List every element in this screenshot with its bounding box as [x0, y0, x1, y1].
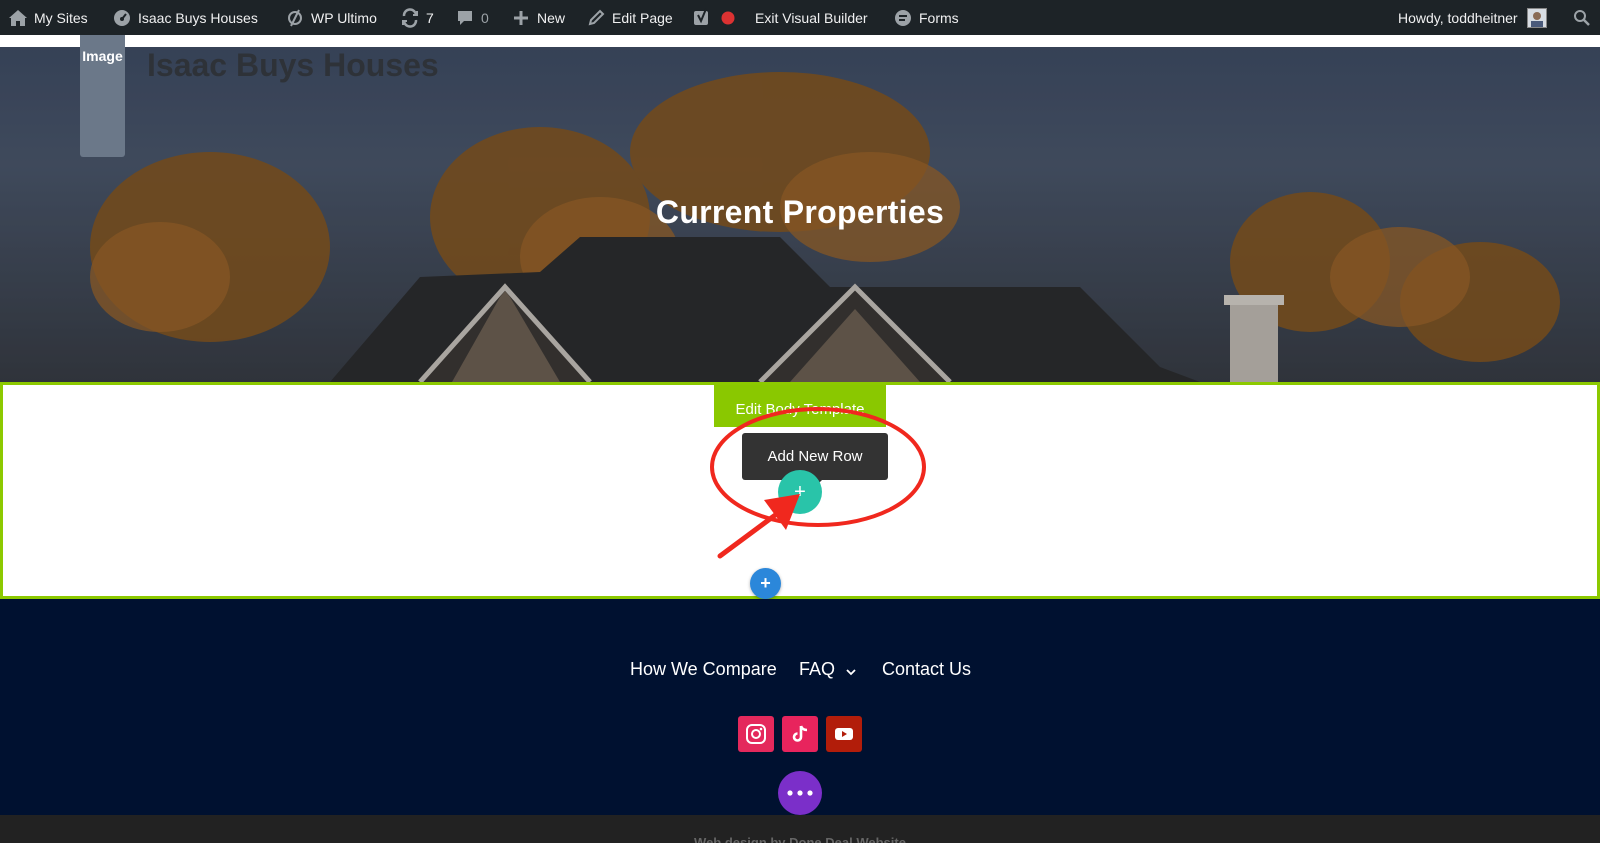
add-section-plus-icon: + — [760, 573, 771, 593]
youtube-icon[interactable] — [826, 716, 862, 752]
site-name-label: Isaac Buys Houses — [138, 9, 258, 26]
my-sites-label: My Sites — [34, 9, 88, 26]
add-row-plus-icon: + — [794, 480, 806, 503]
my-account-menu[interactable]: Howdy, toddheitner — [1398, 0, 1547, 35]
updates-icon — [400, 7, 420, 28]
logo-image-placeholder[interactable]: Image — [80, 35, 125, 157]
instagram-icon[interactable] — [738, 716, 774, 752]
edit-body-template-label: Edit Body Template — [735, 400, 865, 418]
ellipsis-icon — [787, 790, 813, 796]
wp-ultimo-menu[interactable]: WP Ultimo — [285, 0, 377, 35]
footer-bottom-bar: Web design by Done Deal Website — [0, 815, 1600, 843]
logo-placeholder-label: Image — [82, 48, 123, 64]
footer-link-how-we-compare[interactable]: How We Compare — [630, 659, 777, 680]
updates-count: 7 — [426, 9, 434, 26]
chevron-down-icon — [846, 660, 856, 681]
site-title[interactable]: Isaac Buys Houses — [147, 47, 439, 84]
search-icon — [1572, 8, 1592, 28]
yoast-icon — [692, 8, 712, 28]
add-new-row-tooltip: Add New Row — [742, 433, 888, 480]
wp-admin-bar: My Sites Isaac Buys Houses WP Ultimo 7 0… — [0, 0, 1600, 35]
exit-visual-builder-label: Exit Visual Builder — [755, 9, 868, 26]
edit-body-template-button[interactable]: Edit Body Template — [714, 385, 886, 427]
plus-icon — [511, 8, 531, 28]
more-options-button[interactable] — [778, 771, 822, 815]
seo-status-dot-icon — [718, 8, 738, 28]
howdy-label: Howdy, toddheitner — [1398, 9, 1518, 26]
wp-ultimo-label: WP Ultimo — [311, 9, 377, 26]
add-new-section-button[interactable]: + — [750, 568, 781, 599]
footer-link-faq[interactable]: FAQ — [799, 659, 856, 681]
wp-ultimo-icon — [285, 8, 305, 28]
admin-search-button[interactable] — [1572, 0, 1598, 35]
new-label: New — [537, 9, 566, 26]
pencil-icon — [586, 8, 606, 28]
footer-credit: Web design by Done Deal Website — [694, 835, 906, 843]
add-new-row-tooltip-label: Add New Row — [767, 448, 863, 465]
footer-link-contact-us[interactable]: Contact Us — [882, 659, 971, 680]
comments-count: 0 — [481, 9, 489, 26]
hero-heading: Current Properties — [655, 194, 945, 230]
dashboard-icon — [112, 8, 132, 28]
header-strip — [0, 35, 1600, 47]
avatar — [1526, 7, 1547, 28]
forms-label: Forms — [919, 9, 959, 26]
tiktok-icon[interactable] — [782, 716, 818, 752]
footer: How We Compare FAQ Contact Us — [0, 599, 1600, 815]
my-sites-menu[interactable]: My Sites — [8, 0, 88, 35]
yoast-seo-menu[interactable] — [692, 0, 744, 35]
site-name-menu[interactable]: Isaac Buys Houses — [112, 0, 258, 35]
comment-icon — [455, 8, 475, 28]
exit-visual-builder-link[interactable]: Exit Visual Builder — [755, 0, 868, 35]
edit-page-label: Edit Page — [612, 9, 673, 26]
updates-menu[interactable]: 7 — [400, 0, 434, 35]
my-sites-icon — [8, 8, 28, 28]
footer-link-faq-label: FAQ — [799, 659, 836, 679]
add-new-row-button[interactable]: + — [778, 470, 822, 514]
hero-section: Isaac Buys Houses Current Properties — [0, 47, 1600, 382]
comments-menu[interactable]: 0 — [455, 0, 489, 35]
new-content-menu[interactable]: New — [511, 0, 565, 35]
forms-menu[interactable]: Forms — [893, 0, 959, 35]
forms-icon — [893, 8, 913, 28]
edit-page-link[interactable]: Edit Page — [586, 0, 673, 35]
